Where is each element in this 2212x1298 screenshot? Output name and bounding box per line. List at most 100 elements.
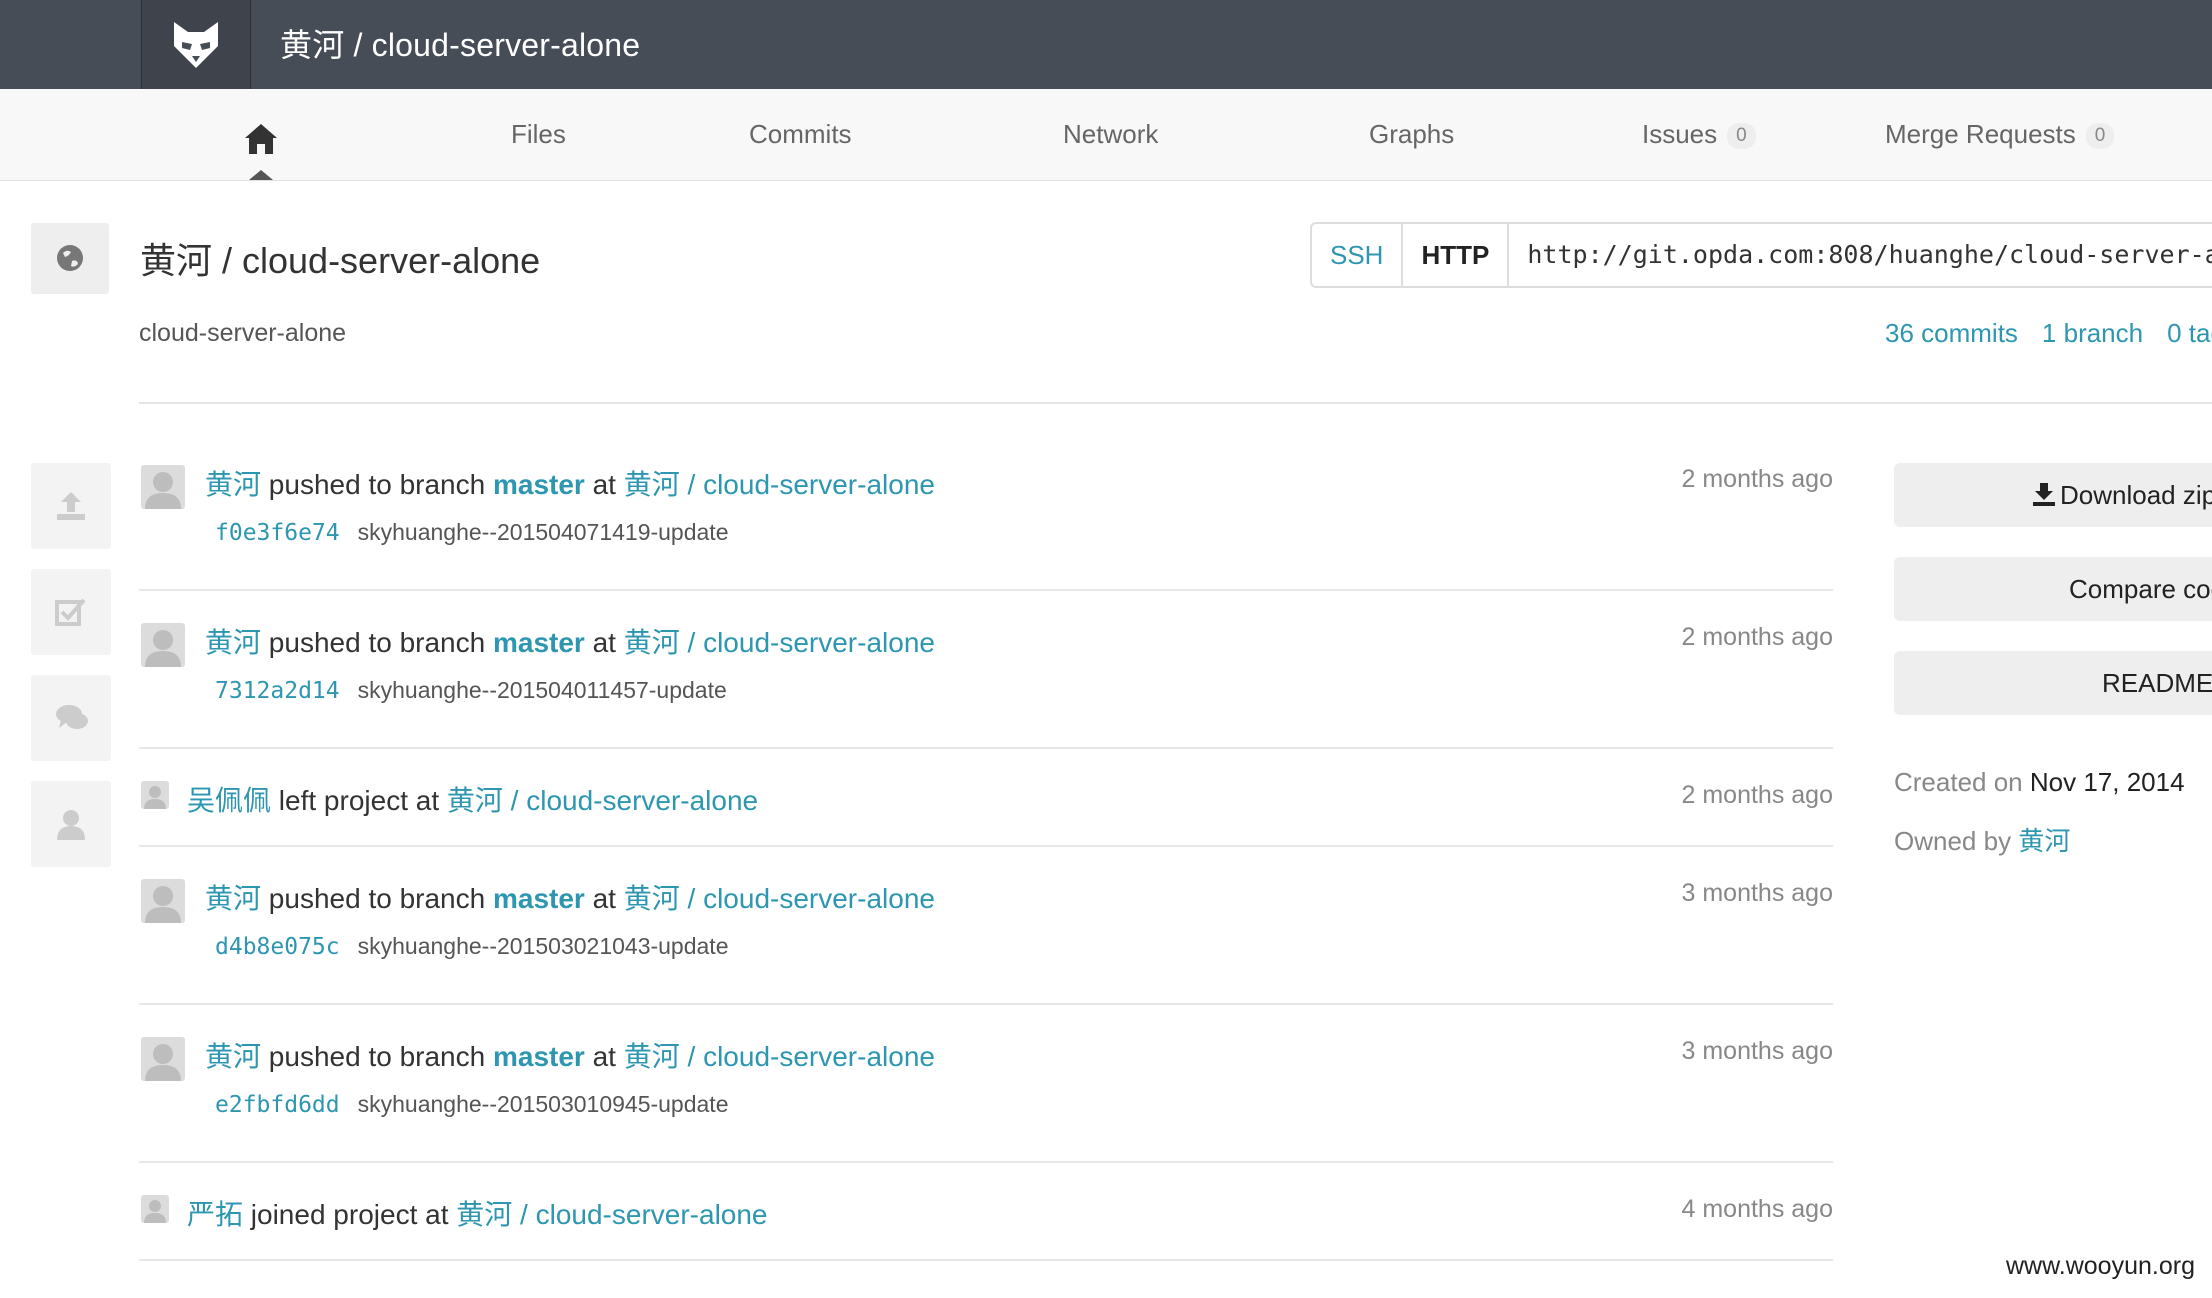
avatar[interactable]	[141, 781, 169, 809]
event-branch-link[interactable]: master	[493, 627, 585, 658]
event-at: at	[592, 627, 616, 658]
project-title: 黄河 / cloud-server-alone	[140, 240, 541, 281]
event-author-link[interactable]: 吴佩佩	[187, 785, 271, 816]
event-time: 3 months ago	[1681, 1037, 1834, 1065]
filter-merge-events[interactable]	[31, 569, 111, 655]
tab-merge-requests[interactable]: Merge Requests 0	[1885, 119, 2115, 150]
event-author-link[interactable]: 严拓	[187, 1199, 243, 1230]
clone-url-input[interactable]: http://git.opda.com:808/huanghe/cloud-se…	[1509, 224, 2212, 286]
tab-network-label: Network	[1063, 119, 1159, 149]
tab-files[interactable]: Files	[511, 119, 566, 150]
created-on: Created on Nov 17, 2014	[1894, 767, 2185, 798]
avatar[interactable]	[141, 623, 185, 667]
event-author-link[interactable]: 黄河	[205, 627, 261, 658]
event-project-link[interactable]: 黄河 / cloud-server-alone	[624, 1041, 935, 1072]
readme-button[interactable]: README	[1894, 651, 2212, 715]
event-author-link[interactable]: 黄河	[205, 883, 261, 914]
user-icon	[57, 810, 85, 840]
event-divider	[139, 1003, 1833, 1005]
issues-count-badge: 0	[1727, 123, 1756, 149]
header-project-title[interactable]: 黄河 / cloud-server-alone	[280, 20, 640, 66]
event-divider	[139, 589, 1833, 591]
event-project-link[interactable]: 黄河 / cloud-server-alone	[447, 785, 758, 816]
event-at: at	[592, 883, 616, 914]
event-action: joined project	[250, 1199, 418, 1230]
event-divider	[139, 845, 1833, 847]
commit-sha-link[interactable]: e2fbfd6dd	[215, 1092, 340, 1118]
event-project-link[interactable]: 黄河 / cloud-server-alone	[624, 627, 935, 658]
commit-message: skyhuanghe--201504071419-update	[357, 519, 729, 545]
commits-count-link[interactable]: 36 commits	[1885, 318, 2018, 348]
filter-push-events[interactable]	[31, 463, 111, 549]
owned-by: Owned by 黄河	[1894, 821, 2070, 858]
commit-row: e2fbfd6dd skyhuanghe--201503010945-update	[215, 1091, 729, 1118]
avatar[interactable]	[141, 465, 185, 509]
avatar[interactable]	[141, 879, 185, 923]
active-tab-indicator	[249, 170, 273, 180]
event-at: at	[425, 1199, 449, 1230]
http-clone-button[interactable]: HTTP	[1403, 224, 1510, 286]
event-branch-link[interactable]: master	[493, 469, 585, 500]
gitlab-logo[interactable]	[141, 0, 251, 89]
owner-link[interactable]: 黄河	[2018, 826, 2070, 856]
event-divider	[139, 1259, 1833, 1261]
project-nav: Files Commits Network Graphs Issues 0 Mer…	[0, 89, 2212, 181]
tab-issues[interactable]: Issues 0	[1642, 119, 1756, 150]
event-project-link[interactable]: 黄河 / cloud-server-alone	[624, 469, 935, 500]
commit-row: f0e3f6e74 skyhuanghe--201504071419-update	[215, 519, 729, 546]
commit-message: skyhuanghe--201503021043-update	[357, 933, 729, 959]
event-action: pushed to branch	[268, 469, 486, 500]
event-time: 3 months ago	[1681, 879, 1834, 907]
tags-count-link[interactable]: 0 tags	[2167, 318, 2212, 348]
commit-sha-link[interactable]: 7312a2d14	[215, 678, 340, 704]
event-branch-link[interactable]: master	[493, 1041, 585, 1072]
event-action: left project	[278, 785, 408, 816]
event-author-link[interactable]: 黄河	[205, 1041, 261, 1072]
commit-row: d4b8e075c skyhuanghe--201503021043-update	[215, 933, 729, 960]
gitlab-fox-icon	[174, 22, 218, 68]
merge-requests-count-badge: 0	[2085, 123, 2115, 149]
ssh-clone-button[interactable]: SSH	[1312, 224, 1404, 286]
commit-message: skyhuanghe--201504011457-update	[357, 677, 727, 703]
avatar[interactable]	[141, 1037, 185, 1081]
comments-icon	[56, 705, 88, 729]
commit-sha-link[interactable]: d4b8e075c	[215, 934, 340, 960]
project-stats: 36 commits 1 branch 0 tags	[1885, 318, 2212, 349]
tab-commits[interactable]: Commits	[749, 119, 852, 150]
project-description: cloud-server-alone	[139, 319, 347, 347]
watermark: www.wooyun.org	[2006, 1252, 2195, 1280]
tab-commits-label: Commits	[749, 119, 852, 149]
branches-count-link[interactable]: 1 branch	[2042, 318, 2143, 348]
home-icon[interactable]	[243, 122, 279, 161]
filter-comment-events[interactable]	[31, 675, 111, 761]
event-action: pushed to branch	[268, 883, 486, 914]
readme-label: README	[2102, 668, 2212, 698]
created-date: Nov 17, 2014	[2029, 767, 2185, 797]
commit-sha-link[interactable]: f0e3f6e74	[215, 520, 340, 546]
tab-network[interactable]: Network	[1063, 119, 1158, 150]
event-time: 2 months ago	[1681, 781, 1834, 809]
filter-team-events[interactable]	[31, 781, 111, 867]
tab-issues-label: Issues	[1642, 119, 1718, 149]
tab-graphs-label: Graphs	[1369, 119, 1455, 149]
event-action: pushed to branch	[268, 1041, 486, 1072]
compare-code-button[interactable]: Compare code	[1894, 557, 2212, 621]
owned-label: Owned by	[1894, 826, 2012, 856]
tab-files-label: Files	[511, 119, 566, 149]
avatar[interactable]	[141, 1195, 169, 1223]
event-branch-link[interactable]: master	[493, 883, 585, 914]
compare-code-label: Compare code	[2069, 574, 2212, 604]
created-label: Created on	[1894, 767, 2023, 797]
commit-message: skyhuanghe--201503010945-update	[357, 1091, 729, 1117]
visibility-badge	[31, 223, 109, 294]
tab-graphs[interactable]: Graphs	[1369, 119, 1454, 150]
event-author-link[interactable]: 黄河	[205, 469, 261, 500]
globe-icon	[57, 245, 83, 271]
download-icon	[2033, 483, 2055, 506]
download-zip-button[interactable]: Download zip	[1894, 463, 2212, 527]
header-divider	[139, 402, 2212, 404]
event-at: at	[415, 785, 440, 816]
event-divider	[139, 747, 1833, 749]
event-project-link[interactable]: 黄河 / cloud-server-alone	[456, 1199, 767, 1230]
event-project-link[interactable]: 黄河 / cloud-server-alone	[624, 883, 935, 914]
